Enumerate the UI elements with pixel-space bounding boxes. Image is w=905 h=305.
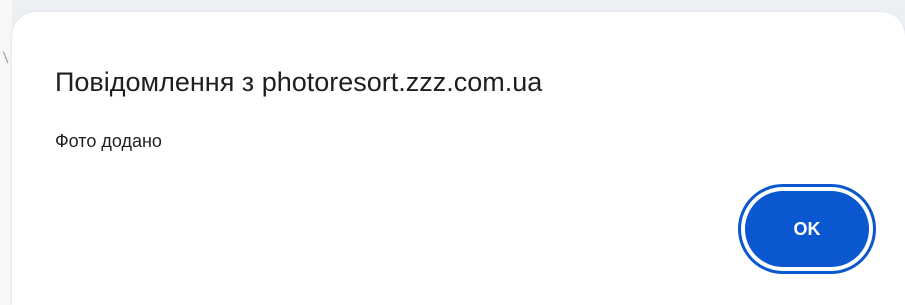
background-page-edge xyxy=(0,0,12,305)
dialog-title: Повідомлення з photoresort.zzz.com.ua xyxy=(55,67,543,97)
partial-background-mark xyxy=(3,50,12,64)
browser-alert-dialog: Повідомлення з photoresort.zzz.com.ua Фо… xyxy=(12,12,905,305)
ok-button-focus-ring: OK xyxy=(738,184,876,274)
dialog-message: Фото додано xyxy=(55,131,162,151)
ok-button[interactable]: OK xyxy=(745,191,869,267)
